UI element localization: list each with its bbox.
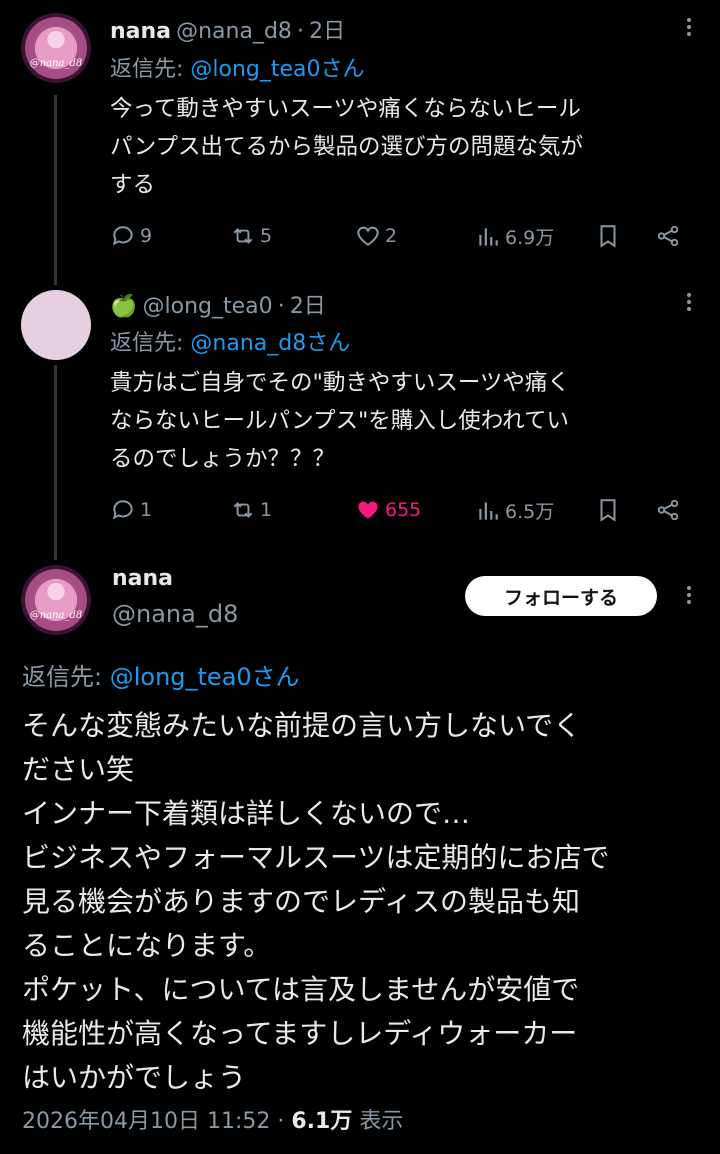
tweet-line: ださい笑	[22, 753, 135, 786]
reply-to: 返信先: @nana_d8さん	[110, 325, 350, 357]
handle[interactable]: @long_tea0	[143, 294, 273, 319]
reply-prefix: 返信先:	[22, 663, 110, 691]
retweet-icon	[233, 502, 253, 518]
tweet-header: nana @nana_d8 · 2日	[110, 13, 345, 45]
tweet-text: 貴方はご自身でその"動きやすいスーツや痛く ならないヒールパンプス"を購入し使わ…	[110, 364, 695, 478]
reply-to: 返信先: @long_tea0さん	[110, 51, 365, 83]
tweet-line: ビジネスやフォーマルスーツは定期的にお店で	[22, 841, 610, 874]
tweet-line: インナー下着類は詳しくないので…	[22, 797, 471, 830]
views-count: 6.9万	[505, 227, 555, 249]
tweet-line: るのでしょうか？？？	[110, 446, 336, 472]
tweet-text: 今って動きやすいスーツや痛くならないヒール パンプス出てるから製品の選び方の問題…	[110, 90, 695, 204]
views-button[interactable]: 6.9万	[475, 223, 554, 250]
tweet-meta: 2026年04月10日 11:52 · 6.1万 表示	[22, 1103, 403, 1135]
reply-prefix: 返信先:	[110, 331, 191, 356]
thread-line	[54, 95, 57, 285]
share-icon	[657, 499, 679, 521]
action-bar: 9 5 2 6.9万	[110, 223, 685, 253]
separator: ·	[297, 19, 305, 44]
heart-icon	[357, 226, 379, 246]
like-button[interactable]: 655	[355, 497, 421, 523]
separator: ·	[277, 1109, 285, 1134]
tweet-thread: nana @nana_d8 · 2日 返信先: @long_tea0さん 今って…	[0, 0, 720, 1154]
like-count: 655	[385, 499, 422, 521]
retweet-button[interactable]: 5	[230, 223, 272, 249]
reply-icon	[112, 500, 133, 520]
tweet-line: する	[110, 172, 156, 198]
follow-button[interactable]: フォローする	[465, 576, 657, 616]
views-label: 表示	[359, 1109, 404, 1134]
tweet-line: ならないヒールパンプス"を購入し使われてい	[110, 408, 570, 434]
reply-count: 1	[140, 499, 153, 521]
display-name[interactable]: nana	[110, 19, 171, 44]
bookmark-button[interactable]	[595, 497, 621, 523]
views-icon	[479, 501, 498, 520]
separator: ·	[277, 294, 285, 319]
timestamp[interactable]: 2日	[309, 19, 345, 44]
more-icon[interactable]	[686, 293, 692, 315]
avatar[interactable]	[21, 290, 91, 360]
retweet-count: 5	[260, 225, 273, 247]
bookmark-button[interactable]	[595, 223, 621, 249]
views-count: 6.5万	[505, 501, 555, 523]
reply-to: 返信先: @long_tea0さん	[22, 657, 300, 692]
bookmark-icon	[600, 499, 616, 522]
retweet-count: 1	[260, 499, 273, 521]
more-icon[interactable]	[686, 586, 692, 608]
views-icon	[479, 227, 498, 246]
more-icon[interactable]	[686, 18, 692, 40]
avatar[interactable]	[21, 13, 91, 83]
main-tweet-text: そんな変態みたいな前提の言い方しないでく ださい笑 インナー下着類は詳しくないの…	[22, 704, 702, 1100]
reply-button[interactable]: 1	[110, 497, 152, 523]
like-count: 2	[385, 225, 398, 247]
action-bar: 1 1 655 6.5万	[110, 497, 685, 527]
reply-count: 9	[140, 225, 153, 247]
tweet-line: 機能性が高くなってますしレディウォーカー	[22, 1017, 578, 1050]
views-button[interactable]: 6.5万	[475, 497, 554, 524]
tweet-line: ることになります。	[22, 929, 272, 962]
tweet-line: 貴方はご自身でその"動きやすいスーツや痛く	[110, 370, 570, 396]
main-handle-row: @nana_d8	[112, 600, 238, 628]
share-icon	[657, 225, 679, 247]
share-button[interactable]	[655, 497, 681, 523]
share-button[interactable]	[655, 223, 681, 249]
tweet-line: そんな変態みたいな前提の言い方しないでく	[22, 709, 582, 742]
display-name[interactable]: nana	[112, 566, 173, 591]
tweet-line: ポケット、については言及しませんが安値で	[22, 973, 580, 1006]
avatar[interactable]	[21, 565, 91, 635]
tweet-header: 🍏 @long_tea0 · 2日	[110, 288, 326, 320]
bookmark-icon	[600, 225, 616, 248]
timestamp[interactable]: 2日	[290, 294, 326, 319]
tweet-line: パンプス出てるから製品の選び方の問題な気が	[110, 134, 583, 160]
tweet-line: 今って動きやすいスーツや痛くならないヒール	[110, 96, 581, 122]
views-count: 6.1万	[291, 1109, 353, 1134]
main-display-name-row: nana	[112, 566, 173, 591]
retweet-icon	[233, 228, 253, 244]
tweet-line: 見る機会がありますのでレディスの製品も知	[22, 885, 581, 918]
tweet-line: はいかがでしょう	[22, 1061, 247, 1094]
reply-button[interactable]: 9	[110, 223, 152, 249]
handle[interactable]: @nana_d8	[112, 600, 238, 628]
reply-icon	[112, 226, 133, 246]
thread-line	[54, 365, 57, 560]
display-name-emoji[interactable]: 🍏	[110, 294, 137, 319]
handle[interactable]: @nana_d8	[176, 19, 292, 44]
retweet-button[interactable]: 1	[230, 497, 272, 523]
reply-prefix: 返信先:	[110, 57, 191, 82]
reply-mention[interactable]: @long_tea0さん	[190, 57, 364, 82]
heart-filled-icon	[358, 501, 378, 519]
reply-mention[interactable]: @long_tea0さん	[110, 663, 300, 691]
reply-mention[interactable]: @nana_d8さん	[190, 331, 350, 356]
post-timestamp[interactable]: 2026年04月10日 11:52	[22, 1109, 270, 1134]
like-button[interactable]: 2	[355, 223, 397, 249]
